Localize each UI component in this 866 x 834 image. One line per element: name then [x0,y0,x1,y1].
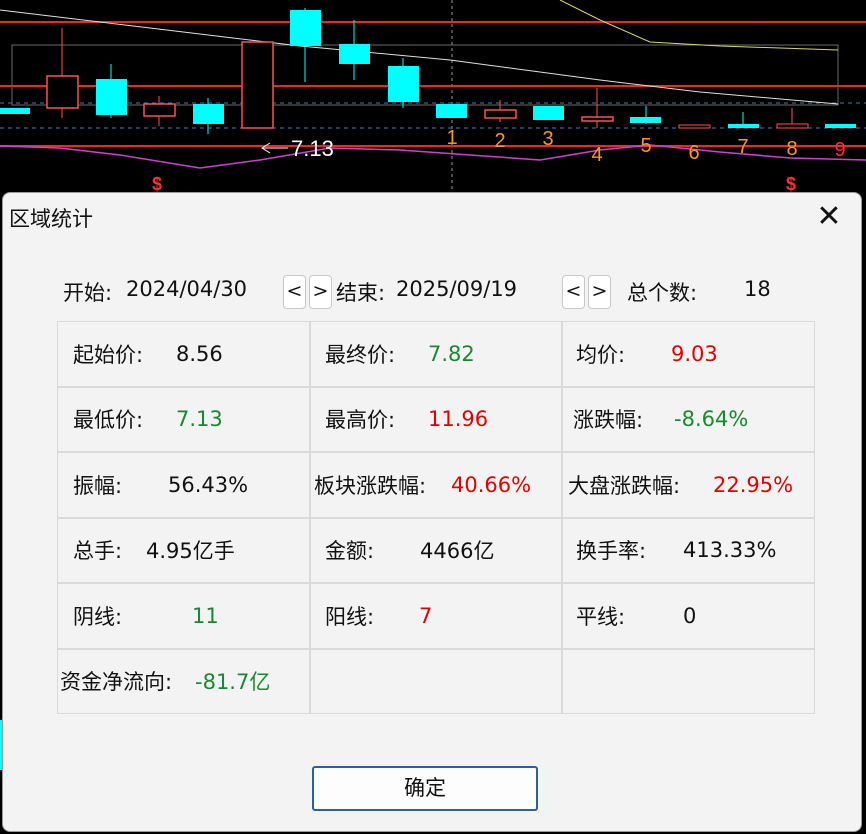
stat-value: 11.96 [428,407,489,432]
stat-cell: 均价: 9.03 [562,321,815,387]
stat-label: 资金净流向: [60,670,173,695]
marker-label: 6 [688,142,699,164]
stat-label: 换手率: [576,539,647,564]
stat-cell: 起始价: 8.56 [57,321,310,387]
stat-cell: 大盘涨跌幅: 22.95% [562,452,815,518]
marker-label: 1 [446,127,457,149]
stat-label: 涨跌幅: [573,408,644,433]
stat-label: 最终价: [325,342,396,367]
stat-label: 均价: [576,342,626,367]
start-label: 开始: [63,281,113,305]
candles [0,8,856,134]
marker-label: 8 [786,138,797,160]
stat-cell-empty [310,648,562,714]
stat-value: 7.82 [428,341,475,366]
stat-cell: 最低价: 7.13 [57,386,310,452]
end-date: 2025/09/19 [396,277,518,301]
indicator-line [0,144,866,169]
stat-label: 平线: [576,604,626,629]
stat-label: 板块涨跌幅: [314,473,427,498]
marker-label: 2 [494,130,505,152]
stat-cell: 总手: 4.95亿手 [57,517,310,583]
end-label: 结束: [336,281,386,305]
stat-cell: 板块涨跌幅: 40.66% [310,452,562,518]
close-icon[interactable]: ✕ [807,195,851,239]
stat-label: 阴线: [73,604,123,629]
sell-signal-icon: $ [152,174,162,194]
stat-value: 7.13 [176,407,223,432]
stat-value: 22.95% [713,472,794,497]
stat-label: 最低价: [73,408,144,433]
stat-value: 11 [192,603,219,628]
marker-label: 4 [591,144,602,166]
stat-cell: 阴线: 11 [57,583,310,649]
stat-value: 413.33% [683,538,777,563]
stat-value: 0 [683,603,697,628]
count-label: 总个数: [627,281,698,305]
confirm-button[interactable]: 确定 [312,766,538,811]
stat-cell: 换手率: 413.33% [562,517,815,583]
stat-cell: 最高价: 11.96 [310,386,562,452]
range-box [11,44,839,106]
stat-cell: 阳线: 7 [310,583,562,649]
stat-label: 起始价: [73,342,144,367]
stat-label: 振幅: [73,473,123,498]
stats-grid: 起始价: 8.56 最终价: 7.82 均价: 9.03 最低价: 7.13 最高价: 1… [57,321,815,714]
stat-label: 大盘涨跌幅: [568,473,681,498]
ma-line-yellow [559,0,839,51]
stat-value: 4.95亿手 [146,539,235,564]
stat-value: -8.64% [674,407,749,432]
stat-label: 总手: [73,539,123,564]
stat-label: 阳线: [325,604,375,629]
region-stats-dialog: 区域统计 ✕ 开始: 2024/04/30 < > 结束: 2025/09/19… [2,192,862,832]
stat-label: 金额: [325,539,375,564]
stat-value: 40.66% [451,472,532,497]
start-next-button[interactable]: > [309,275,332,309]
stat-cell: 涨跌幅: -8.64% [562,386,815,452]
price-label: 7.13 [291,136,334,161]
start-prev-button[interactable]: < [283,275,306,309]
stat-cell: 平线: 0 [562,583,815,649]
stat-cell: 金额: 4466亿 [310,517,562,583]
stat-value: 56.43% [168,472,249,497]
end-next-button[interactable]: > [588,275,611,309]
dialog-title: 区域统计 [9,207,93,231]
stat-value: -81.7亿 [195,670,271,695]
stat-value: 9.03 [671,341,718,366]
end-prev-button[interactable]: < [562,275,585,309]
sell-signal-icon: $ [786,174,796,194]
stat-label: 最高价: [325,408,396,433]
stat-cell: 振幅: 56.43% [57,452,310,518]
start-date: 2024/04/30 [126,277,248,301]
stat-cell-empty [562,648,815,714]
stat-cell: 资金净流向: -81.7亿 [57,648,310,714]
stat-value: 8.56 [176,341,223,366]
stat-value: 7 [419,603,433,628]
marker-label: 3 [542,128,553,150]
marker-label: 5 [640,135,651,157]
stat-value: 4466亿 [420,539,495,564]
marker-label: 7 [737,136,748,158]
count-value: 18 [744,277,771,301]
stat-cell: 最终价: 7.82 [310,321,562,387]
marker-label: 9 [834,139,845,161]
